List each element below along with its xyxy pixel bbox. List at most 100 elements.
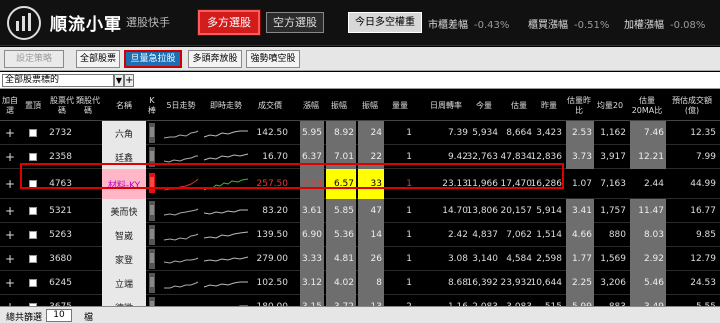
est-ratio: 4.66 bbox=[566, 223, 594, 247]
table-row-selected[interactable]: + 4763 材料-KY 257.50 2.59 6.57 33 1 23.13… bbox=[0, 169, 720, 199]
five-day-trend bbox=[162, 247, 200, 271]
pin-checkbox[interactable] bbox=[22, 247, 44, 271]
col-header[interactable]: 預估成交額(億) bbox=[666, 90, 718, 121]
avg20: 7,163 bbox=[600, 179, 626, 189]
stock-name[interactable]: 材料-KY bbox=[102, 169, 146, 199]
col-header[interactable]: 振幅 bbox=[358, 90, 382, 121]
change: 6.90 bbox=[300, 223, 324, 247]
add-watchlist-icon[interactable]: + bbox=[0, 145, 20, 169]
pin-checkbox[interactable] bbox=[22, 271, 44, 295]
market-indicator: 加權漲幅 -0.08% bbox=[624, 16, 705, 31]
intraday-trend bbox=[202, 121, 250, 145]
table-row[interactable]: + 2732 六角 142.50 5.95 8.92 24 1 7.39 5,9… bbox=[0, 121, 720, 145]
top-bar: 順流小軍 選股快手 多方選股 空方選股 今日多空權重 市櫃差幅 -0.43% 櫃買… bbox=[0, 0, 720, 46]
volume-ratio: 1 bbox=[406, 152, 412, 162]
volume-ratio: 1 bbox=[406, 254, 412, 264]
change: 3.33 bbox=[300, 247, 324, 271]
prev-volume: 3,423 bbox=[536, 128, 562, 138]
col-header[interactable]: 量量 bbox=[388, 90, 412, 121]
prev-volume: 5,914 bbox=[536, 206, 562, 216]
volume: 13,806 bbox=[466, 206, 499, 216]
stock-pool-select[interactable]: 全部股票標的 bbox=[2, 74, 114, 87]
stock-name[interactable]: 家登 bbox=[102, 247, 146, 271]
amplitude-2: 24 bbox=[358, 121, 384, 145]
change: 2.59 bbox=[300, 169, 324, 199]
intraday-trend bbox=[202, 169, 250, 199]
col-header[interactable]: 加自選 bbox=[0, 90, 20, 121]
add-watchlist-icon[interactable]: + bbox=[0, 169, 20, 199]
amplitude-2: 47 bbox=[358, 199, 384, 223]
table-row[interactable]: + 3680 家登 279.00 3.33 4.81 26 1 3.08 3,1… bbox=[0, 247, 720, 271]
tab-bull-run[interactable]: 多頭奔放股 bbox=[188, 50, 242, 68]
stock-name[interactable]: 美而快 bbox=[102, 199, 146, 223]
set-strategy-button[interactable]: 設定策略 bbox=[4, 50, 64, 68]
add-icon[interactable]: + bbox=[124, 74, 134, 87]
pin-checkbox[interactable] bbox=[22, 223, 44, 247]
ma-ratio: 12.21 bbox=[630, 145, 666, 169]
prev-volume: 12,836 bbox=[530, 152, 563, 162]
col-header[interactable]: K棒 bbox=[146, 90, 158, 121]
col-header[interactable]: 類股代碼 bbox=[76, 90, 100, 121]
pin-checkbox[interactable] bbox=[22, 121, 44, 145]
col-header[interactable]: 估量 bbox=[506, 90, 532, 121]
add-watchlist-icon[interactable]: + bbox=[0, 199, 20, 223]
table-row[interactable]: + 5263 智崴 139.50 6.90 5.36 14 1 2.42 4,8… bbox=[0, 223, 720, 247]
col-header[interactable]: 5日走勢 bbox=[162, 90, 200, 121]
change: 5.95 bbox=[300, 121, 324, 145]
col-header[interactable]: 名稱 bbox=[104, 90, 144, 121]
brand-subtitle: 選股快手 bbox=[126, 16, 170, 29]
price: 102.50 bbox=[256, 278, 289, 288]
pin-checkbox[interactable] bbox=[22, 145, 44, 169]
col-header[interactable]: 振幅 bbox=[324, 90, 354, 121]
stock-name[interactable]: 立端 bbox=[102, 271, 146, 295]
prev-volume: 1,514 bbox=[536, 230, 562, 240]
turnover: 7.39 bbox=[447, 128, 468, 138]
stock-name[interactable]: 智崴 bbox=[102, 223, 146, 247]
price: 257.50 bbox=[256, 179, 289, 189]
five-day-trend bbox=[162, 169, 200, 199]
tab-volume-surge[interactable]: 旦量急拉股 bbox=[124, 50, 182, 68]
add-watchlist-icon[interactable]: + bbox=[0, 247, 20, 271]
col-header[interactable]: 股票代碼 bbox=[50, 90, 74, 121]
market-label: 櫃買漲幅 bbox=[528, 20, 568, 31]
col-header[interactable]: 昨量 bbox=[536, 90, 562, 121]
filter-row: 全部股票標的 ▼ + bbox=[0, 72, 720, 89]
table-row[interactable]: + 2358 廷鑫 16.70 6.37 7.01 22 1 9.42 32,7… bbox=[0, 145, 720, 169]
col-header[interactable]: 成交價 bbox=[252, 90, 288, 121]
add-watchlist-icon[interactable]: + bbox=[0, 223, 20, 247]
col-header[interactable]: 即時走勢 bbox=[202, 90, 250, 121]
short-select-button[interactable]: 空方選股 bbox=[266, 12, 324, 33]
tab-all-stocks[interactable]: 全部股票 bbox=[76, 50, 120, 68]
col-header[interactable]: 置頂 bbox=[22, 90, 44, 121]
chevron-down-icon[interactable]: ▼ bbox=[114, 74, 124, 87]
table-row[interactable]: + 6245 立端 102.50 3.12 4.02 8 1 8.68 16,3… bbox=[0, 271, 720, 295]
col-header[interactable]: 漲幅 bbox=[300, 90, 322, 121]
col-header[interactable]: 日周轉率 bbox=[422, 90, 470, 121]
tab-strong-short[interactable]: 強勢噴空股 bbox=[246, 50, 300, 68]
est-volume: 17,470 bbox=[500, 179, 533, 189]
col-header[interactable]: 均量20 bbox=[596, 90, 624, 121]
col-header[interactable]: 估量20MA比 bbox=[630, 90, 664, 121]
stock-name[interactable]: 廷鑫 bbox=[102, 145, 146, 169]
amount: 12.79 bbox=[690, 254, 716, 264]
stock-name[interactable]: 六角 bbox=[102, 121, 146, 145]
stock-code: 4763 bbox=[49, 179, 72, 189]
brand-title: 順流小軍 bbox=[50, 15, 122, 35]
ma-ratio: 8.03 bbox=[630, 223, 666, 247]
pin-checkbox[interactable] bbox=[22, 169, 44, 199]
table-row[interactable]: + 5321 美而快 83.20 3.61 5.85 47 1 14.70 13… bbox=[0, 199, 720, 223]
amplitude: 4.81 bbox=[326, 247, 356, 271]
result-count-label: 總共篩選 bbox=[6, 313, 43, 323]
col-header[interactable]: 今量 bbox=[472, 90, 496, 121]
price: 139.50 bbox=[256, 230, 289, 240]
long-select-button[interactable]: 多方選股 bbox=[197, 9, 261, 36]
prev-volume: 16,286 bbox=[530, 179, 563, 189]
add-watchlist-icon[interactable]: + bbox=[0, 121, 20, 145]
pin-checkbox[interactable] bbox=[22, 199, 44, 223]
est-ratio: 2.25 bbox=[566, 271, 594, 295]
today-weight-button[interactable]: 今日多空權重 bbox=[348, 12, 422, 33]
col-header[interactable]: 估量昨比 bbox=[566, 90, 592, 121]
add-watchlist-icon[interactable]: + bbox=[0, 271, 20, 295]
volume: 32,763 bbox=[466, 152, 499, 162]
turnover: 9.42 bbox=[447, 152, 468, 162]
